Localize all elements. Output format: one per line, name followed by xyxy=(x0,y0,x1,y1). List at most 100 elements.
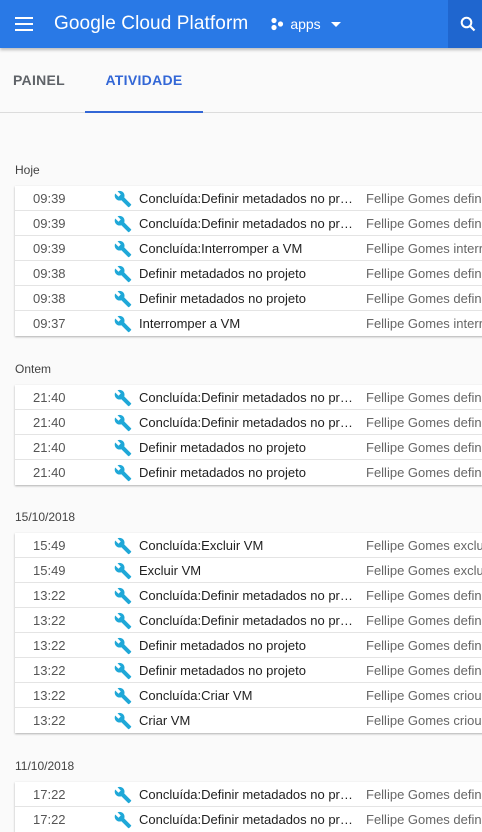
wrench-icon xyxy=(114,587,132,605)
wrench-icon xyxy=(114,439,132,457)
wrench-icon xyxy=(114,612,132,630)
activity-action: Concluída:Definir metadados no projeto xyxy=(139,414,359,430)
activity-action: Concluída:Definir metadados no projeto xyxy=(139,215,359,231)
activity-row[interactable]: 15:49 Concluída:Excluir VM Fellipe Gomes e… xyxy=(15,533,482,558)
activity-row[interactable]: 09:38 Definir metadados no projeto Fellipe… xyxy=(15,261,482,286)
activity-action: Interromper a VM xyxy=(139,316,241,331)
activity-row[interactable]: 09:38 Definir metadados no projeto Fellipe… xyxy=(15,286,482,311)
activity-action: Concluída:Definir metadados no projeto xyxy=(139,812,359,827)
activity-action: Concluída:Definir metadados no projeto xyxy=(139,612,359,628)
project-picker[interactable]: apps xyxy=(270,16,341,32)
wrench-icon xyxy=(114,190,132,208)
activity-row[interactable]: 15:49 Excluir VM Fellipe Gomes excluiu xyxy=(15,558,482,583)
activity-row[interactable]: 21:40 Concluída:Definir metadados no proj… xyxy=(15,410,482,435)
activity-row[interactable]: 21:40 Concluída:Definir metadados no proj… xyxy=(15,385,482,410)
activity-action: Concluída:Definir metadados no projeto xyxy=(139,190,359,206)
group-date-label: 11/10/2018 xyxy=(15,759,75,773)
search-icon xyxy=(460,16,476,32)
activity-time: 13:22 xyxy=(33,687,66,703)
wrench-icon xyxy=(114,811,132,829)
activity-action: Concluída:Definir metadados no projeto xyxy=(139,389,359,405)
activity-time: 13:22 xyxy=(33,637,66,653)
activity-row[interactable]: 09:39 Concluída:Definir metadados no proj… xyxy=(15,211,482,236)
activity-action: Concluída:Criar VM xyxy=(139,687,253,703)
activity-card: 09:39 Concluída:Definir metadados no proj… xyxy=(15,186,482,336)
top-app-bar: Google Cloud Platform apps xyxy=(0,0,482,48)
activity-time: 21:40 xyxy=(33,465,66,480)
activity-time: 09:39 xyxy=(33,215,66,231)
activity-description: Fellipe Gomes interrompeu xyxy=(366,240,482,256)
wrench-icon xyxy=(114,464,132,482)
activity-row[interactable]: 13:22 Definir metadados no projeto Fellipe… xyxy=(15,658,482,683)
activity-action: Definir metadados no projeto xyxy=(139,637,306,653)
activity-row[interactable]: 13:22 Definir metadados no projeto Fellipe… xyxy=(15,633,482,658)
wrench-icon xyxy=(114,265,132,283)
activity-time: 09:39 xyxy=(33,190,66,206)
activity-description: Fellipe Gomes definiu xyxy=(366,637,482,653)
activity-card: 17:22 Concluída:Definir metadados no proj… xyxy=(15,782,482,832)
activity-row[interactable]: 13:22 Concluída:Definir metadados no proj… xyxy=(15,583,482,608)
activity-time: 13:22 xyxy=(33,662,66,678)
menu-icon[interactable] xyxy=(0,0,48,48)
activity-time: 13:22 xyxy=(33,612,66,628)
activity-time: 13:22 xyxy=(33,587,66,603)
caret-down-icon xyxy=(330,21,341,27)
activity-description: Fellipe Gomes excluiu xyxy=(366,537,482,553)
wrench-icon xyxy=(114,290,132,308)
wrench-icon xyxy=(114,215,132,233)
activity-row[interactable]: 09:39 Concluída:Interromper a VM Fellipe G… xyxy=(15,236,482,261)
activity-row[interactable]: 17:22 Concluída:Definir metadados no proj… xyxy=(15,807,482,832)
activity-action: Definir metadados no projeto xyxy=(139,439,306,455)
activity-time: 09:38 xyxy=(33,265,66,281)
activity-description: Fellipe Gomes criou xyxy=(366,713,482,728)
activity-time: 21:40 xyxy=(33,414,66,430)
activity-time: 15:49 xyxy=(33,537,66,553)
tab-atividade[interactable]: ATIVIDADE xyxy=(85,48,203,113)
activity-time: 15:49 xyxy=(33,562,66,578)
tab-bar: PAINEL ATIVIDADE xyxy=(0,48,482,113)
activity-description: Fellipe Gomes definiu xyxy=(366,389,482,405)
activity-description: Fellipe Gomes criou xyxy=(366,687,482,703)
activity-description: Fellipe Gomes definiu xyxy=(366,662,482,678)
activity-description: Fellipe Gomes definiu xyxy=(366,786,482,802)
activity-row[interactable]: 21:40 Definir metadados no projeto Fellipe… xyxy=(15,435,482,460)
search-button[interactable] xyxy=(448,0,482,48)
wrench-icon xyxy=(114,662,132,680)
group-date-label: Ontem xyxy=(15,362,52,376)
group-date-label: 15/10/2018 xyxy=(15,510,76,524)
activity-action: Definir metadados no projeto xyxy=(139,265,306,281)
wrench-icon xyxy=(114,712,132,730)
activity-description: Fellipe Gomes interrompeu xyxy=(366,316,482,331)
activity-row[interactable]: 09:37 Interromper a VM Fellipe Gomes inter… xyxy=(15,311,482,336)
wrench-icon xyxy=(114,240,132,258)
activity-action: Criar VM xyxy=(139,713,191,728)
activity-action: Definir metadados no projeto xyxy=(139,662,306,678)
wrench-icon xyxy=(114,537,132,555)
activity-description: Fellipe Gomes definiu xyxy=(366,439,482,455)
activity-row[interactable]: 21:40 Definir metadados no projeto Fellipe… xyxy=(15,460,482,485)
activity-description: Fellipe Gomes definiu xyxy=(366,414,482,430)
app-title[interactable]: Google Cloud Platform xyxy=(54,13,248,35)
tab-painel[interactable]: PAINEL xyxy=(0,48,78,112)
group-date-label: Hoje xyxy=(15,163,40,177)
activity-card: 21:40 Concluída:Definir metadados no proj… xyxy=(15,385,482,485)
activity-row[interactable]: 13:22 Concluída:Criar VM Fellipe Gomes cri… xyxy=(15,683,482,708)
activity-time: 21:40 xyxy=(33,439,66,455)
project-name: apps xyxy=(290,16,321,32)
activity-description: Fellipe Gomes definiu xyxy=(366,812,482,827)
activity-action: Concluída:Definir metadados no projeto xyxy=(139,786,359,802)
wrench-icon xyxy=(114,414,132,432)
activity-row[interactable]: 17:22 Concluída:Definir metadados no proj… xyxy=(15,782,482,807)
activity-card: 15:49 Concluída:Excluir VM Fellipe Gomes e… xyxy=(15,533,482,733)
activity-time: 09:39 xyxy=(33,240,66,256)
activity-description: Fellipe Gomes excluiu xyxy=(366,562,482,578)
activity-time: 09:37 xyxy=(33,316,66,331)
activity-row[interactable]: 13:22 Criar VM Fellipe Gomes criou xyxy=(15,708,482,733)
activity-description: Fellipe Gomes definiu xyxy=(366,190,482,206)
activity-row[interactable]: 09:39 Concluída:Definir metadados no proj… xyxy=(15,186,482,211)
activity-description: Fellipe Gomes definiu xyxy=(366,612,482,628)
project-icon xyxy=(271,17,284,31)
activity-row[interactable]: 13:22 Concluída:Definir metadados no proj… xyxy=(15,608,482,633)
activity-time: 09:38 xyxy=(33,290,66,306)
activity-time: 17:22 xyxy=(33,812,66,827)
